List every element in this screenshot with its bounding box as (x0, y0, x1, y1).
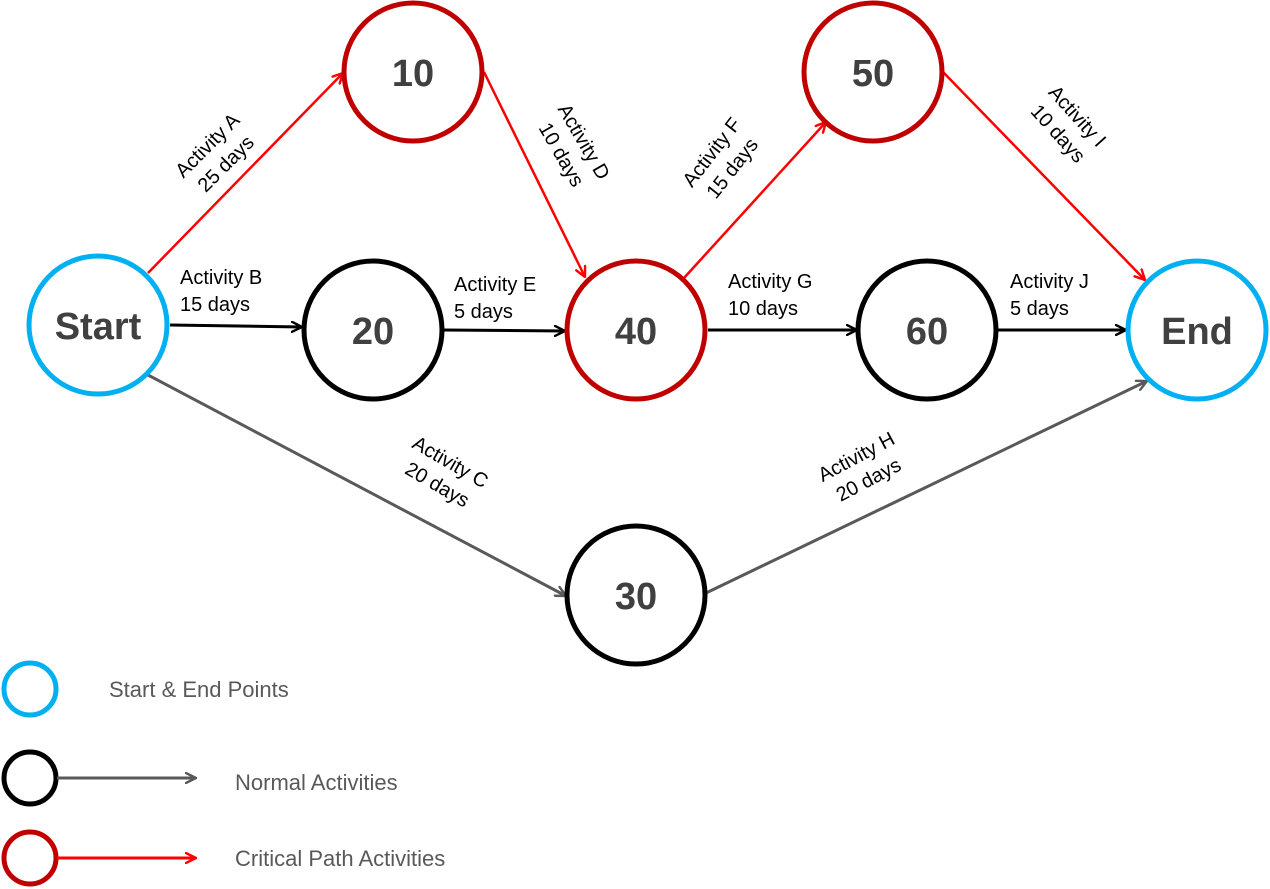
legend-item-critical: Critical Path Activities (1, 829, 445, 887)
legend-item-start-end: Start & End Points (1, 660, 289, 718)
activity-name: Activity G (728, 271, 812, 293)
legend-label-normal: Normal Activities (235, 770, 398, 795)
nodes-layer: Start 10 20 30 40 50 60 End (26, 0, 1269, 667)
node-label: 30 (615, 576, 657, 618)
edge-label-activity-j: Activity J 5 days (1010, 271, 1089, 320)
node-label: 40 (615, 311, 657, 353)
activity-duration: 5 days (1010, 298, 1069, 320)
edge-label-activity-e: Activity E 5 days (454, 274, 536, 323)
activity-duration: 10 days (728, 298, 798, 320)
node-n30: 30 (564, 523, 708, 667)
edge-label-activity-i: Activity I10 days (1026, 82, 1110, 168)
edge-label-activity-g: Activity G 10 days (728, 271, 812, 320)
node-n60: 60 (855, 258, 999, 402)
edge-arrow-activity-e (443, 330, 565, 331)
edge-label-activity-f: Activity F15 days (679, 114, 763, 203)
node-n20: 20 (301, 258, 445, 402)
legend: Start & End Points Normal Activities Cri… (1, 660, 445, 887)
activity-duration: 5 days (454, 301, 513, 323)
node-n10: 10 (341, 0, 485, 144)
node-label: 20 (352, 311, 394, 353)
node-label: 50 (852, 53, 894, 95)
edge-label-activity-c: Activity C20 days (401, 432, 491, 512)
edge-arrow-activity-c (147, 373, 566, 598)
activity-name: Activity J (1010, 271, 1089, 293)
edge-label-activity-h: Activity H20 days (815, 428, 905, 506)
node-label: End (1161, 311, 1233, 353)
edge-label-activity-b: Activity B 15 days (180, 267, 262, 316)
legend-normal-circle-icon (1, 749, 59, 807)
network-diagram: Start 10 20 30 40 50 60 End Activity A25 days Ac… (1, 0, 1269, 887)
activity-name: Activity E (454, 274, 536, 296)
node-n40: 40 (564, 258, 708, 402)
node-label: 60 (906, 311, 948, 353)
edge-arrow-activity-b (169, 325, 302, 327)
node-n50: 50 (801, 0, 945, 144)
edge-label-activity-a: Activity A25 days (171, 109, 258, 197)
edge-arrow-activity-h (705, 381, 1147, 595)
legend-start-end-circle-icon (1, 660, 59, 718)
node-start: Start (26, 253, 170, 397)
node-label: 10 (392, 53, 434, 95)
legend-item-normal: Normal Activities (1, 749, 398, 807)
edge-label-activity-d: Activity D10 days (534, 100, 614, 190)
legend-label-critical: Critical Path Activities (235, 846, 445, 871)
activity-name: Activity B (180, 267, 262, 289)
activity-duration: 15 days (180, 294, 250, 316)
node-end: End (1125, 258, 1269, 402)
legend-critical-circle-icon (1, 829, 59, 887)
legend-label-start-end: Start & End Points (109, 677, 289, 702)
node-label: Start (55, 306, 142, 348)
